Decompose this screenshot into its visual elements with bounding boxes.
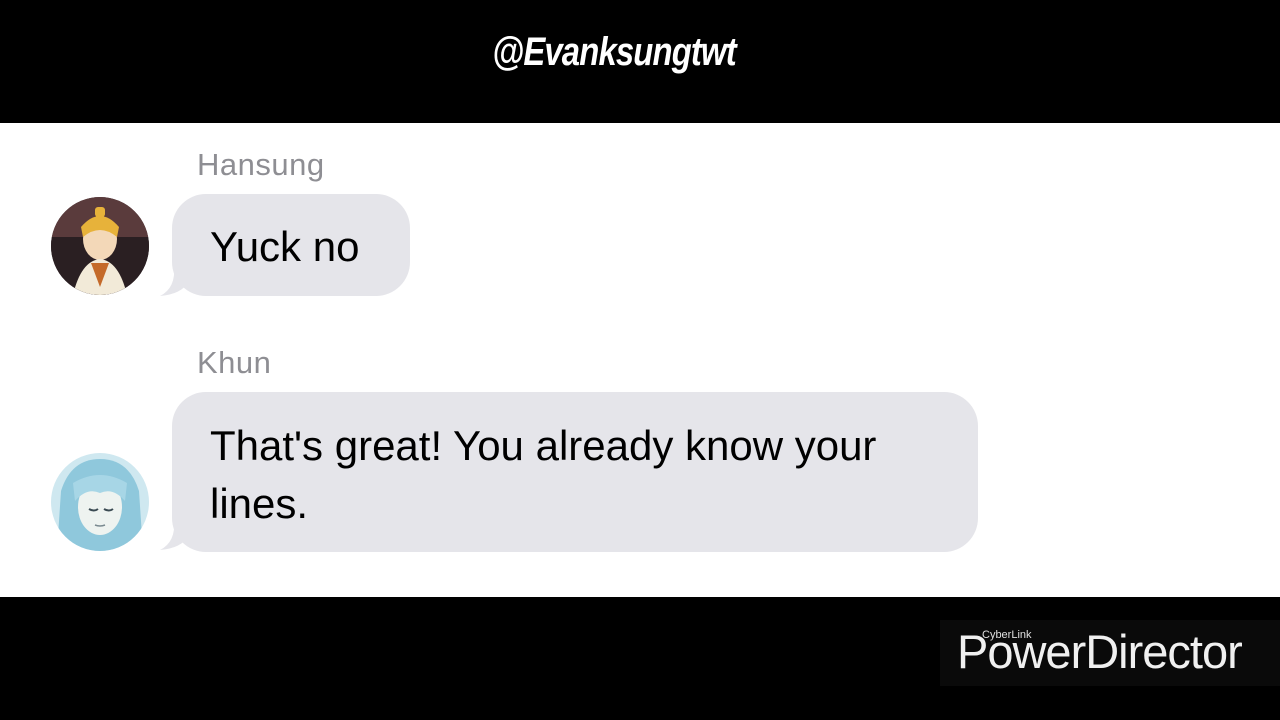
hansung-avatar[interactable] [51,197,149,295]
message-bubble-khun[interactable]: That's great! You already know your line… [172,392,978,552]
sender-name-khun: Khun [197,345,272,380]
sender-name-hansung: Hansung [197,147,325,182]
message-text: Yuck no [210,223,360,270]
watermark-brand-large: PowerDirector [957,625,1243,678]
message-text: That's great! You already know your line… [210,422,877,527]
channel-handle: @Evanksungtwt [492,30,736,74]
khun-avatar[interactable] [51,453,149,551]
message-bubble-hansung[interactable]: Yuck no [172,194,410,296]
